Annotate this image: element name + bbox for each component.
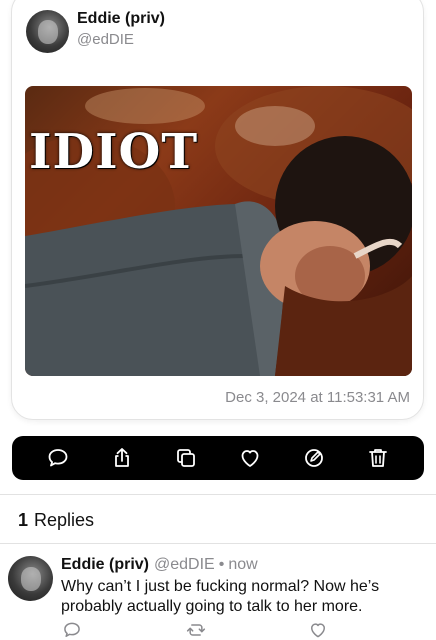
- share-icon: [115, 448, 129, 467]
- copy-button[interactable]: [169, 441, 203, 475]
- trash-icon: [369, 449, 387, 467]
- post-author-name[interactable]: Eddie (priv): [77, 10, 165, 28]
- reply-separator: •: [218, 556, 225, 573]
- post-detail-page: Eddie (priv) @edDIE IDIOT Dec 3, 2024 at…: [0, 0, 436, 640]
- repost-icon: [186, 624, 206, 636]
- reply-author-name[interactable]: Eddie (priv): [61, 556, 149, 573]
- replies-label: Replies: [34, 510, 95, 530]
- comment-icon: [48, 449, 68, 467]
- edit-button[interactable]: [297, 441, 331, 475]
- avatar[interactable]: [8, 556, 53, 601]
- reply-text: Why can’t I just be fucking normal? Now …: [61, 578, 380, 615]
- copy-icon: [177, 449, 195, 467]
- delete-button[interactable]: [361, 441, 395, 475]
- post-action-bar: [12, 436, 424, 480]
- post-image[interactable]: IDIOT: [25, 86, 412, 376]
- reply-comment-button[interactable]: [62, 620, 84, 640]
- reply-author-handle[interactable]: @edDIE: [154, 556, 215, 573]
- post-image-caption: IDIOT: [29, 124, 199, 180]
- heart-icon: [311, 623, 325, 638]
- reply-action-row: [0, 620, 436, 640]
- reply-time: now: [228, 556, 258, 573]
- reply-repost-button[interactable]: [186, 620, 208, 640]
- like-button[interactable]: [233, 441, 267, 475]
- replies-header: 1 Replies: [18, 510, 94, 531]
- share-button[interactable]: [105, 441, 139, 475]
- avatar[interactable]: [26, 10, 69, 53]
- comment-icon: [64, 622, 80, 637]
- replies-count: 1: [18, 510, 29, 530]
- comment-button[interactable]: [41, 441, 75, 475]
- post-card: Eddie (priv) @edDIE IDIOT Dec 3, 2024 at…: [11, 0, 424, 420]
- reply-header: Eddie (priv) @edDIE • now: [61, 556, 258, 574]
- heart-icon: [241, 450, 259, 467]
- divider: [0, 494, 436, 495]
- edit-icon: [305, 449, 323, 467]
- reply-like-button[interactable]: [308, 620, 330, 640]
- post-author-handle[interactable]: @edDIE: [77, 31, 134, 48]
- divider: [0, 543, 436, 544]
- post-timestamp: Dec 3, 2024 at 11:53:31 AM: [225, 389, 410, 406]
